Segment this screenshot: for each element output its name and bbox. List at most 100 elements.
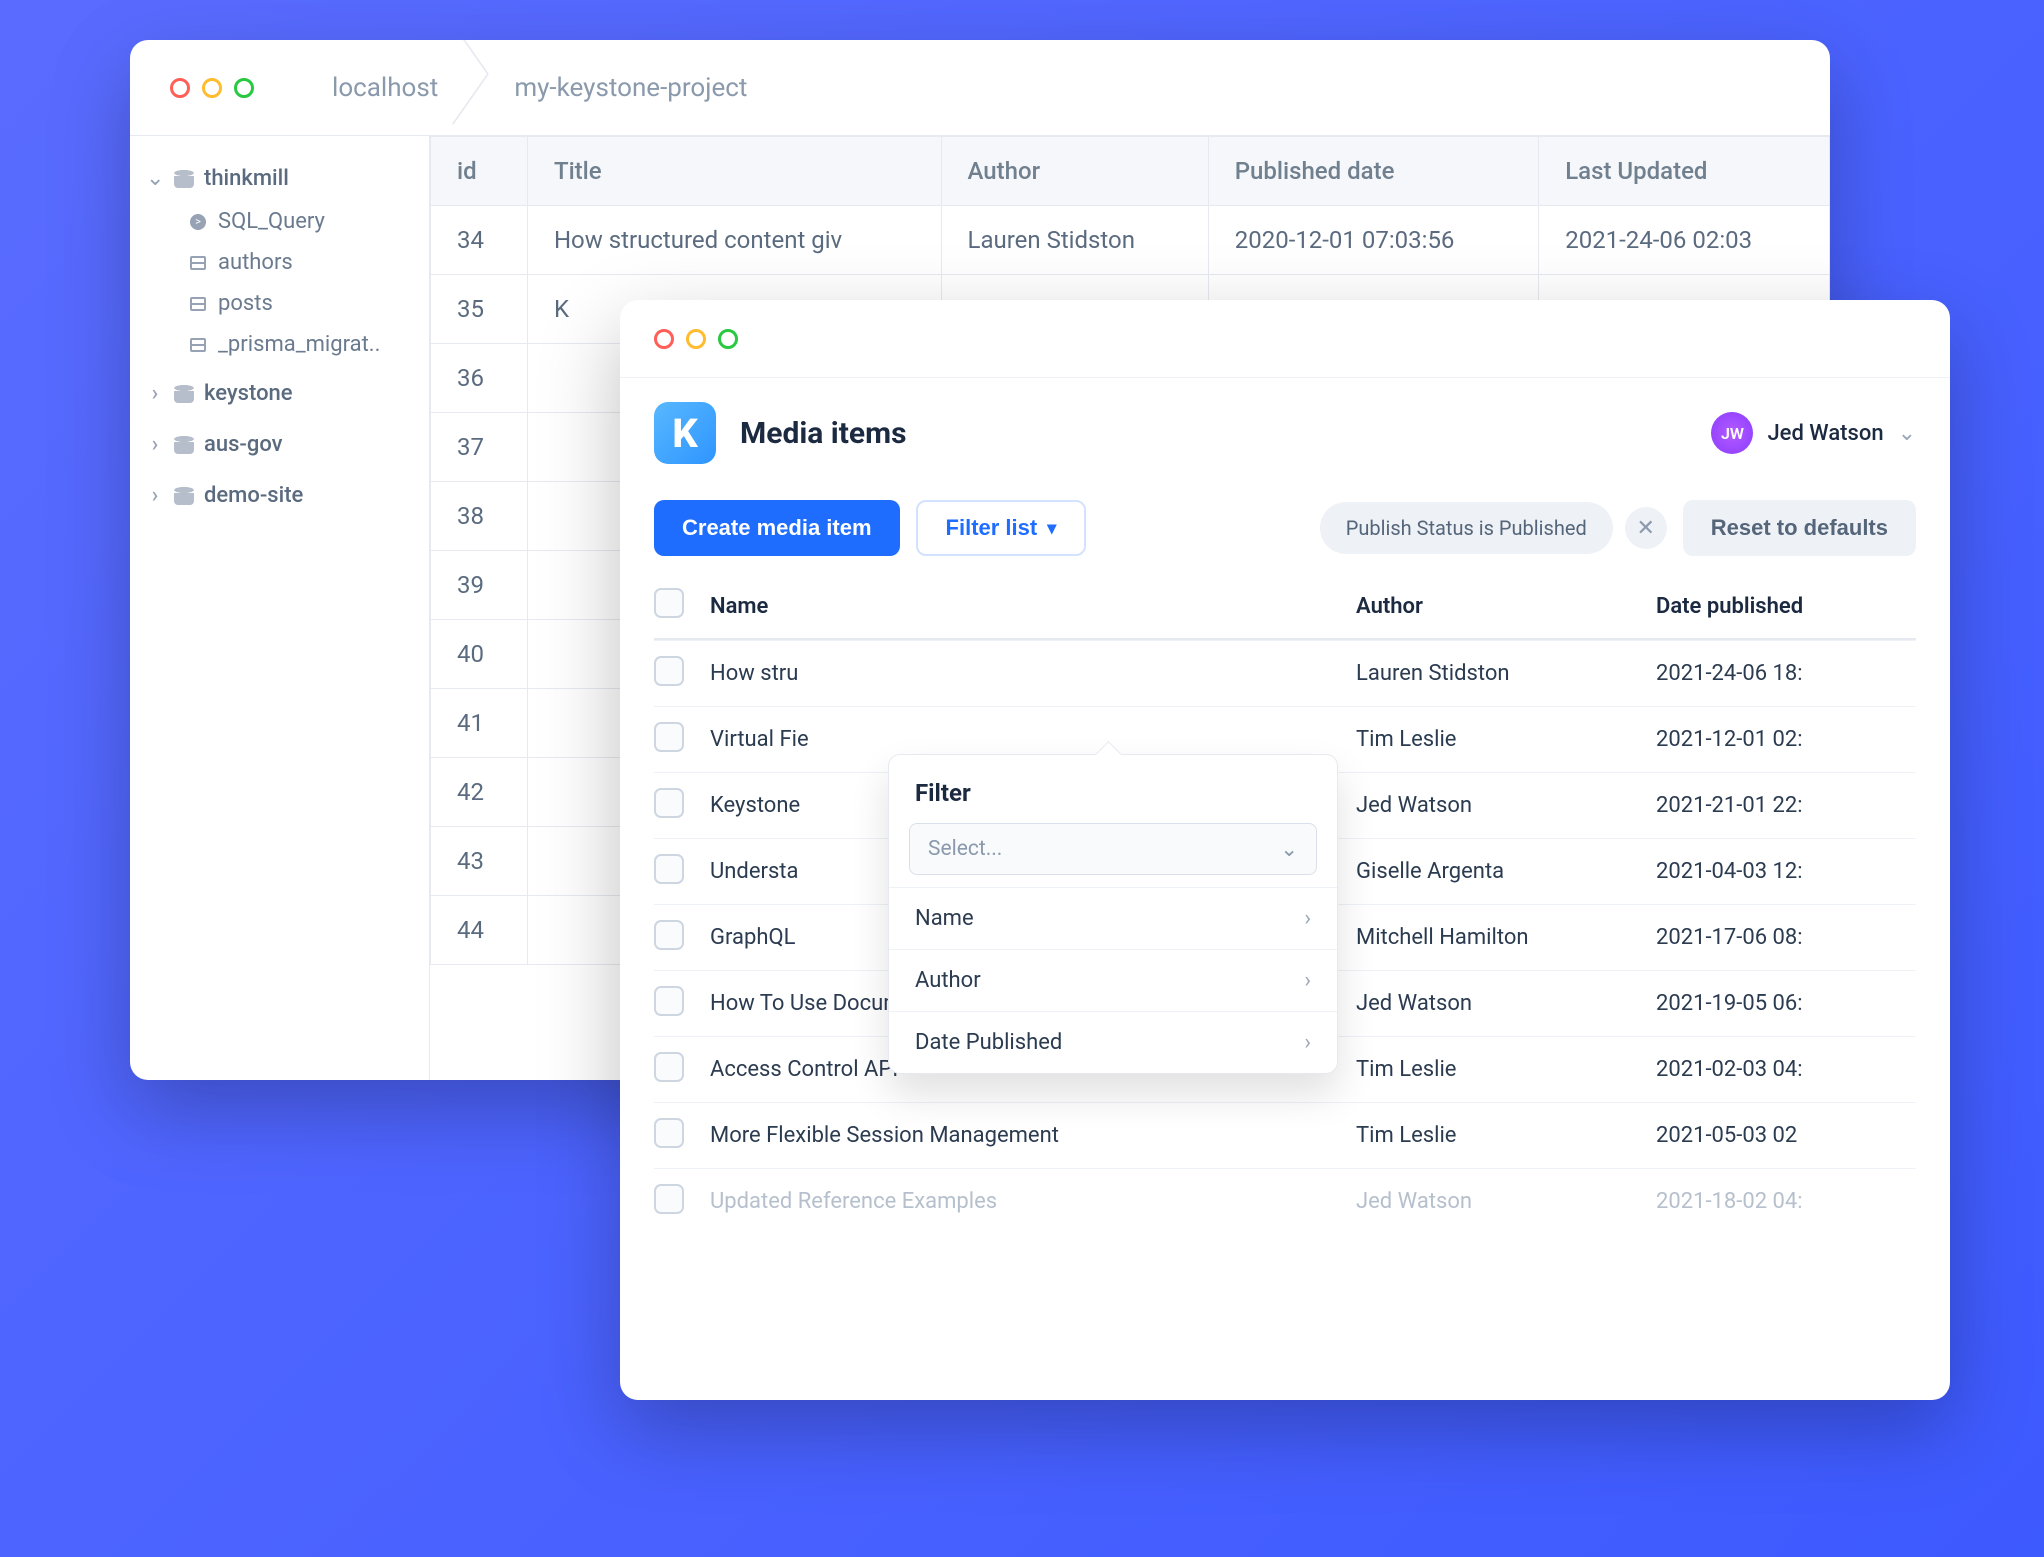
sidebar-table-item[interactable]: posts	[190, 283, 429, 324]
cell: 40	[431, 620, 528, 689]
reset-filters-button[interactable]: Reset to defaults	[1683, 500, 1916, 556]
cell-name: More Flexible Session Management	[710, 1123, 1356, 1148]
filter-option[interactable]: Author›	[889, 949, 1337, 1011]
column-header[interactable]: Last Updated	[1539, 137, 1830, 206]
chevron-right-icon: ›	[146, 483, 164, 508]
cell-date: 2021-17-06 08:	[1656, 925, 1916, 950]
row-checkbox[interactable]	[654, 1118, 684, 1148]
sidebar-db-item[interactable]: ›aus-gov	[146, 422, 429, 467]
cell-date: 2021-02-03 04:	[1656, 1057, 1916, 1082]
cell-author: Jed Watson	[1356, 793, 1656, 818]
column-header[interactable]: id	[431, 137, 528, 206]
avatar: JW	[1711, 412, 1753, 454]
list-header: Name Author Date published	[654, 574, 1916, 640]
select-all-checkbox[interactable]	[654, 588, 684, 618]
row-checkbox[interactable]	[654, 722, 684, 752]
filter-option-label: Author	[915, 968, 981, 993]
column-date[interactable]: Date published	[1656, 594, 1916, 619]
sidebar-db-item[interactable]: › demo-site	[146, 473, 429, 518]
traffic-lights	[654, 329, 738, 349]
row-checkbox[interactable]	[654, 854, 684, 884]
breadcrumb-item[interactable]: my-keystone-project	[476, 73, 785, 103]
column-author[interactable]: Author	[1356, 594, 1656, 619]
keystone-admin-window: K Media items JW Jed Watson ⌄ Create med…	[620, 300, 1950, 1400]
zoom-icon[interactable]	[718, 329, 738, 349]
column-header[interactable]: Title	[527, 137, 941, 206]
cell-author: Jed Watson	[1356, 991, 1656, 1016]
row-checkbox[interactable]	[654, 920, 684, 950]
db-label: thinkmill	[204, 166, 289, 191]
table-row[interactable]: 34How structured content givLauren Stids…	[431, 206, 1830, 275]
cell-author: Mitchell Hamilton	[1356, 925, 1656, 950]
column-name[interactable]: Name	[710, 594, 1356, 619]
cell-date: 2021-19-05 06:	[1656, 991, 1916, 1016]
database-icon	[174, 436, 194, 454]
sidebar-table-item[interactable]: > SQL_Query	[190, 201, 429, 242]
zoom-icon[interactable]	[234, 78, 254, 98]
chevron-right-icon: ›	[1304, 1030, 1311, 1055]
sidebar-table-item[interactable]: _prisma_migrat..	[190, 324, 429, 365]
toolbar: Create media item Filter list ▾ Publish …	[620, 474, 1950, 574]
create-item-button[interactable]: Create media item	[654, 500, 900, 556]
close-icon[interactable]	[170, 78, 190, 98]
cell-date: 2021-05-03 02	[1656, 1123, 1916, 1148]
window-chrome	[620, 300, 1950, 378]
filter-list-label: Filter list	[946, 515, 1038, 541]
remove-filter-button[interactable]: ✕	[1625, 507, 1667, 549]
column-header[interactable]: Published date	[1208, 137, 1538, 206]
sidebar-db-item[interactable]: ⌄ thinkmill	[146, 156, 429, 201]
filter-option-label: Date Published	[915, 1030, 1062, 1055]
cell-date: 2021-24-06 18:	[1656, 661, 1916, 686]
cell: 44	[431, 896, 528, 965]
list-row[interactable]: How struLauren Stidston2021-24-06 18:	[654, 640, 1916, 706]
table-icon	[190, 338, 206, 352]
sidebar-db-item[interactable]: ›keystone	[146, 371, 429, 416]
table-label: posts	[218, 291, 273, 316]
active-filter-chip[interactable]: Publish Status is Published	[1320, 502, 1613, 554]
db-label: aus-gov	[204, 432, 283, 457]
filter-popover-title: Filter	[889, 755, 1337, 823]
filter-option[interactable]: Date Published ›	[889, 1011, 1337, 1073]
cell: 34	[431, 206, 528, 275]
row-checkbox[interactable]	[654, 1184, 684, 1214]
filter-option[interactable]: Name ›	[889, 887, 1337, 949]
breadcrumb: localhost my-keystone-project	[294, 73, 785, 103]
table-label: SQL_Query	[218, 209, 325, 234]
chevron-right-icon: ›	[1304, 906, 1311, 931]
column-header[interactable]: Author	[941, 137, 1208, 206]
row-checkbox[interactable]	[654, 986, 684, 1016]
db-label: demo-site	[204, 483, 303, 508]
close-icon[interactable]	[654, 329, 674, 349]
cell: 2021-24-06 02:03	[1539, 206, 1830, 275]
chevron-down-icon: ⌄	[146, 166, 164, 191]
sidebar-table-item[interactable]: authors	[190, 242, 429, 283]
filter-list-button[interactable]: Filter list ▾	[916, 500, 1087, 556]
database-icon	[174, 487, 194, 505]
terminal-icon: >	[190, 214, 206, 230]
cell: 36	[431, 344, 528, 413]
user-menu[interactable]: JW Jed Watson ⌄	[1711, 412, 1916, 454]
filter-field-select[interactable]: Select... ⌄	[909, 823, 1317, 875]
row-checkbox[interactable]	[654, 1052, 684, 1082]
cell-author: Jed Watson	[1356, 1189, 1656, 1214]
user-name: Jed Watson	[1767, 421, 1883, 446]
row-checkbox[interactable]	[654, 656, 684, 686]
breadcrumb-item[interactable]: localhost	[294, 73, 476, 103]
chevron-down-icon: ⌄	[1280, 837, 1298, 862]
keystone-logo: K	[654, 402, 716, 464]
row-checkbox[interactable]	[654, 788, 684, 818]
select-placeholder: Select...	[928, 837, 1002, 861]
table-label: authors	[218, 250, 293, 275]
cell-date: 2021-21-01 22:	[1656, 793, 1916, 818]
chevron-down-icon: ▾	[1047, 518, 1056, 539]
cell-author: Tim Leslie	[1356, 727, 1656, 752]
cell: 41	[431, 689, 528, 758]
database-icon	[174, 385, 194, 403]
filter-option-label: Name	[915, 906, 974, 931]
cell: Lauren Stidston	[941, 206, 1208, 275]
list-row[interactable]: More Flexible Session ManagementTim Lesl…	[654, 1102, 1916, 1168]
list-row[interactable]: Updated Reference ExamplesJed Watson2021…	[654, 1168, 1916, 1234]
database-icon	[174, 170, 194, 188]
minimize-icon[interactable]	[202, 78, 222, 98]
minimize-icon[interactable]	[686, 329, 706, 349]
